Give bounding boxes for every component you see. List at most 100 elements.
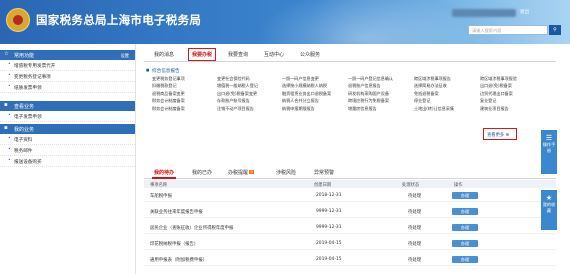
task-name: 关联业务往来年度报告申报 (150, 210, 203, 215)
service-link[interactable]: 财务会计制度备案 (152, 106, 217, 112)
tab-todo[interactable]: 我的待办 (151, 169, 177, 179)
tab-public-service[interactable]: 公众服务 (300, 51, 320, 58)
tab-done[interactable]: 我的已办 (192, 169, 212, 176)
task-status: 待处理 (408, 210, 422, 215)
service-link[interactable]: 建筑业项目报告 (480, 106, 546, 112)
service-link[interactable]: 跨区域涉税事项报验 (480, 76, 546, 82)
sidebar-item[interactable]: 电子资料 (0, 134, 135, 145)
logout-link[interactable]: 退出 (520, 9, 529, 15)
task-date: 9999-12-31 (316, 209, 342, 214)
service-link[interactable]: 复业登记 (480, 98, 546, 104)
service-link[interactable]: 退税账户信息报告 (348, 83, 414, 89)
service-link[interactable]: 跨区域涉税事项报告 (414, 76, 480, 82)
view-more-label: 查看更多 (487, 132, 505, 138)
service-link[interactable]: 存款账户账号报告 (217, 98, 282, 104)
sidebar-item[interactable]: 电子发票申领 (0, 111, 135, 122)
handle-button[interactable]: 办理 (452, 208, 478, 215)
column-header: 操作 (454, 182, 463, 188)
handle-button[interactable]: 办理 (452, 224, 478, 231)
tab-alerts[interactable]: 异常预警 (314, 169, 334, 176)
folder-icon: ▪ (4, 125, 8, 131)
service-link[interactable]: 跨境应税行为免税备案 (348, 98, 414, 104)
book-icon: ☰ (545, 134, 553, 142)
sidebar-section-view[interactable]: ▪ 查看业务 (0, 101, 135, 111)
service-link[interactable]: 土地出(转)让信息采集 (414, 106, 480, 112)
manual-float-button[interactable]: ☰ 操作手册 (541, 130, 557, 174)
service-link[interactable]: 选择按小规模纳税人纳税 (282, 83, 348, 89)
main-content: 我的消息 我要办税 我要查询 互动中心 公众服务 综合信息报告 变更税务登记事项… (144, 44, 556, 274)
service-grid: 变更税务登记事项 变更社会保险代码 一照一码户信息变更 一照一码户登记信息确认 跨区域涉… (152, 76, 546, 111)
star-icon: ★ (545, 194, 553, 202)
service-link[interactable]: 变更税务登记事项 (152, 76, 217, 82)
header-decoration (255, 0, 475, 44)
service-heading: 综合信息报告 (146, 68, 552, 74)
task-status: 待处理 (408, 194, 422, 199)
sidebar: ☆ 常用功能 设置 增值税专用发票代开 变更税务登记事项 纸质发票申领 ▪ 查看… (0, 44, 136, 274)
table-row: 车船税申报 2018-12-31 待处理 办理 (144, 189, 556, 202)
view-more-link[interactable]: 查看更多 ⊕ (483, 128, 517, 140)
sidebar-settings-link[interactable]: 设置 (121, 53, 129, 59)
service-link[interactable]: 研发机构采购国产设备 (348, 91, 414, 97)
service-link[interactable]: 免抵退税备案 (414, 91, 480, 97)
service-link[interactable]: 退税商品备案变更 (152, 91, 217, 97)
service-link[interactable]: 一照一码户登记信息确认 (348, 76, 414, 82)
float-label: 我的收藏 (542, 202, 556, 213)
sidebar-section-label: 常用功能 (14, 53, 35, 59)
service-link[interactable]: 变更社会保险代码 (217, 76, 282, 82)
task-name: 通用申报表（附加税费申报） (150, 258, 208, 263)
service-link[interactable]: 出口退(免)税备案 (480, 83, 546, 89)
sidebar-item[interactable]: 纸质发票申领 (0, 82, 135, 93)
table-row: 居民企业（查账征收）企业所得税年度申报 9999-12-31 待处理 办理 (144, 221, 556, 234)
task-name: 居民企业（查账征收）企业所得税年度申报 (150, 226, 234, 231)
column-header: 创建日期 (314, 182, 332, 188)
table-row: 关联业务往来年度报告申报 9999-12-31 待处理 办理 (144, 205, 556, 218)
user-info-redacted (452, 9, 516, 17)
service-link[interactable]: 增值税一般纳税人登记 (217, 83, 282, 89)
handle-button[interactable]: 办理 (452, 240, 478, 247)
handle-button[interactable]: 办理 (452, 192, 478, 199)
task-date: 2019-04-15 (316, 241, 342, 246)
tab-query[interactable]: 我要查询 (228, 51, 248, 58)
tab-reminders[interactable]: 办税提醒 6 (228, 169, 255, 176)
task-name: 印花税纳税申报（报告） (150, 242, 199, 247)
tab-messages[interactable]: 我的消息 (154, 51, 174, 58)
sidebar-item[interactable]: 变更税务登记事项 (0, 71, 135, 82)
sidebar-section-common[interactable]: ☆ 常用功能 设置 (0, 50, 135, 60)
search-icon[interactable]: ⚲ (549, 25, 561, 35)
site-title: 国家税务总局上海市电子税务局 (36, 13, 202, 27)
task-panel: 我的待办 我的已办 办税提醒 6 涉税风险 异常预警 事项名称 创建日期 处理状态… (144, 166, 556, 274)
service-link[interactable]: 出口退(免)税备案变更 (217, 91, 282, 97)
folder-icon: ▪ (4, 102, 8, 108)
sidebar-item[interactable]: 增值税专用发票代开 (0, 60, 135, 71)
service-link[interactable]: 纳税申报期限报告 (282, 106, 348, 112)
service-link[interactable]: 纳税人合并分立报告 (282, 98, 348, 104)
task-date: 9999-12-31 (316, 225, 342, 230)
sidebar-section-mine[interactable]: ▪ 我的业务 (0, 124, 135, 134)
task-name: 车船税申报 (150, 194, 172, 199)
tab-risks[interactable]: 涉税风险 (276, 169, 296, 176)
tab-reminders-label: 办税提醒 (228, 170, 249, 176)
tab-interaction[interactable]: 互动中心 (264, 51, 284, 58)
handle-button[interactable]: 办理 (452, 256, 478, 263)
service-link[interactable]: 增量房信息报告 (348, 106, 414, 112)
sidebar-item[interactable]: 税务邮件 (0, 145, 135, 156)
task-status: 待处理 (408, 226, 422, 231)
table-header: 事项名称 创建日期 处理状态 操作 (144, 180, 556, 188)
search-input[interactable]: 请输入搜索内容 (468, 25, 548, 35)
service-link[interactable]: 一照一码户信息变更 (282, 76, 348, 82)
star-icon: ☆ (4, 51, 9, 57)
task-date: 2018-12-31 (316, 193, 342, 198)
service-link[interactable]: 融资租赁业务出口退税备案 (282, 91, 348, 97)
reminder-count-badge: 6 (249, 170, 255, 174)
tax-emblem-logo (6, 8, 30, 32)
sidebar-item[interactable]: 报送设备购买 (0, 156, 135, 167)
service-link[interactable]: 扣缴税款登记 (152, 83, 217, 89)
service-link[interactable]: 注销不动产项目报告 (217, 106, 282, 112)
task-status: 待处理 (408, 258, 422, 263)
service-link[interactable]: 边贸代理出口备案 (480, 91, 546, 97)
service-link[interactable]: 财务会计制度备案 (152, 98, 217, 104)
service-link[interactable]: 停业登记 (414, 98, 480, 104)
sidebar-section-label: 查看业务 (14, 104, 35, 110)
service-link[interactable]: 选择简易办法征收 (414, 83, 480, 89)
favorites-float-button[interactable]: ★ 我的收藏 (541, 190, 557, 230)
